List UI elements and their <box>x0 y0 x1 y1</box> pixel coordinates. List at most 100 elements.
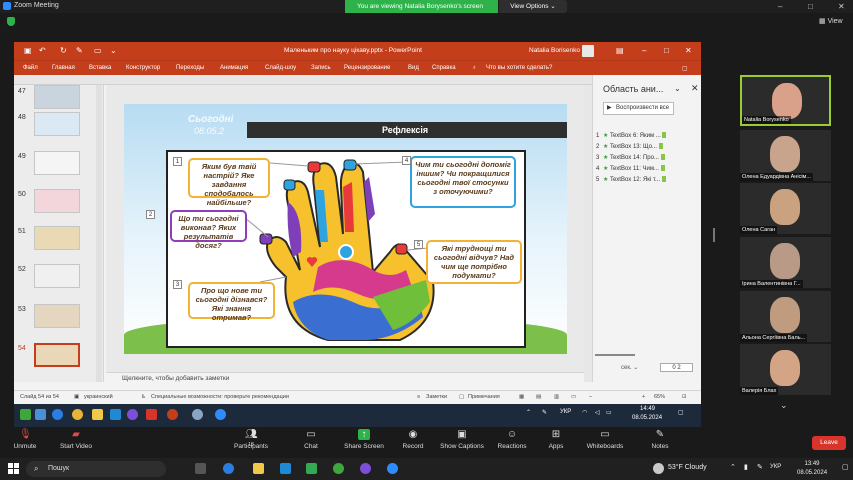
accessibility-status[interactable]: Специальные возможности: проверьте реком… <box>151 394 289 400</box>
chevron-up-icon[interactable]: ⌃ <box>526 409 531 416</box>
reflection-bubble-1[interactable]: Яким був твій настрій? Яке завдання спод… <box>188 158 270 207</box>
redo-icon[interactable]: ↻ <box>60 46 67 55</box>
share-screen-button[interactable]: ↑ Share Screen <box>342 429 386 450</box>
pen-icon[interactable] <box>20 409 31 420</box>
edge-icon[interactable] <box>52 409 63 420</box>
reflection-bubble-5[interactable]: Які труднощі ти сьогодні відчув? Над чим… <box>426 240 522 284</box>
volume-icon[interactable]: ◁ <box>595 409 600 416</box>
notes-icon[interactable]: ≡ <box>417 394 420 400</box>
zoom-in-icon[interactable]: + <box>642 394 645 400</box>
view-options-button[interactable]: View Options ⌄ <box>499 0 567 13</box>
spellcheck-icon[interactable]: ▣ <box>74 394 79 400</box>
slide-thumbnail-selected[interactable] <box>34 343 80 367</box>
participant-tile[interactable]: Олена Едуардівна Анісім... <box>740 130 831 181</box>
mail-icon[interactable] <box>280 463 291 474</box>
view-button[interactable]: ▦ View <box>819 17 843 25</box>
windows-start-icon[interactable] <box>8 463 19 474</box>
animation-item[interactable]: 4 ★ TextBox 11: Чим... <box>596 165 665 172</box>
tab-view[interactable]: Вид <box>408 65 419 71</box>
chevron-down-icon[interactable]: ⌄ <box>674 84 681 93</box>
record-button[interactable]: ◉ Record <box>399 429 427 450</box>
chevron-down-icon[interactable]: ⌄ <box>780 400 788 411</box>
drive-icon[interactable] <box>306 463 317 474</box>
participant-tile[interactable]: Natalia Borysenko <box>740 75 831 126</box>
undo-icon[interactable]: ↶ <box>39 46 46 55</box>
slide-thumbnail[interactable] <box>34 226 80 250</box>
task-view-icon[interactable] <box>195 463 206 474</box>
input-language[interactable]: УКР <box>770 464 781 470</box>
unmute-button[interactable]: 🎙︎ Unmute <box>8 429 42 450</box>
tab-slideshow[interactable]: Слайд-шоу <box>265 65 296 71</box>
maximize-icon[interactable]: □ <box>664 46 669 55</box>
zoom-out-icon[interactable]: – <box>589 394 592 400</box>
participants-button[interactable]: 👥︎18 Participants <box>229 429 273 450</box>
slide-thumbnail[interactable] <box>34 189 80 213</box>
close-icon[interactable]: ✕ <box>838 2 845 11</box>
comments-icon[interactable]: ▢ <box>459 394 464 400</box>
participant-tile[interactable]: Альона Сергіївна Баль... <box>740 291 831 342</box>
close-icon[interactable]: ✕ <box>685 46 692 55</box>
pen-icon[interactable]: ✎ <box>76 46 83 55</box>
viber-icon[interactable] <box>360 463 371 474</box>
edge-icon[interactable] <box>223 463 234 474</box>
calendar-icon[interactable] <box>110 409 121 420</box>
split-handle[interactable] <box>713 228 715 242</box>
input-language[interactable]: УКР <box>560 409 571 415</box>
clock[interactable]: 13:49 08.05.2024 <box>797 460 827 478</box>
reflection-bubble-3[interactable]: Про що нове ти сьогодні дізнався? Які зн… <box>188 282 275 322</box>
chrome-icon[interactable] <box>72 409 83 420</box>
participant-tile[interactable]: Ірина Валентинівна Г... <box>740 237 831 288</box>
animation-item[interactable]: 2 ★ TextBox 13: Що... <box>596 143 663 150</box>
zoom-slider[interactable] <box>595 354 635 356</box>
reflection-bubble-4[interactable]: Чим ти сьогодні допоміг іншим? Чи покращ… <box>410 156 516 208</box>
slideshow-view-icon[interactable]: ▭ <box>571 394 576 400</box>
sorter-view-icon[interactable]: ▤ <box>536 394 541 400</box>
slide-thumbnail[interactable] <box>34 304 80 328</box>
tab-insert[interactable]: Вставка <box>89 65 111 71</box>
close-icon[interactable]: ✕ <box>691 83 699 94</box>
apps-button[interactable]: ⊞ Apps <box>544 429 568 450</box>
present-icon[interactable]: ▭ <box>94 46 102 55</box>
reactions-button[interactable]: ☺ Reactions <box>495 429 529 450</box>
acrobat-icon[interactable] <box>146 409 157 420</box>
comments-toggle[interactable]: Примечания <box>468 394 500 400</box>
seconds-dropdown[interactable]: сек. ⌄ <box>621 364 638 371</box>
zoom-level[interactable]: 65% <box>654 394 665 400</box>
whatsapp-icon[interactable] <box>333 463 344 474</box>
tab-help[interactable]: Справка <box>432 65 456 71</box>
minimize-icon[interactable]: – <box>642 46 646 55</box>
slide-thumbnail[interactable] <box>34 112 80 136</box>
animation-item[interactable]: 1 ★ TextBox 6: Яким ... <box>596 132 667 139</box>
animation-item[interactable]: 5 ★ TextBox 12: Які т... <box>596 176 666 183</box>
save-icon[interactable]: ▣ <box>24 46 32 55</box>
tab-design[interactable]: Конструктор <box>126 65 160 71</box>
shield-icon[interactable] <box>7 17 15 26</box>
notification-icon[interactable]: ▢ <box>842 463 849 471</box>
tab-file[interactable]: Файл <box>23 65 38 71</box>
maximize-icon[interactable]: □ <box>808 2 813 11</box>
minimize-icon[interactable]: – <box>778 2 782 11</box>
battery-icon[interactable]: ▭ <box>606 409 612 416</box>
reflection-bubble-2[interactable]: Що ти сьогодні виконав? Яких результатів… <box>170 210 247 250</box>
notes-pane[interactable]: Щелкните, чтобы добавить заметки <box>106 372 584 383</box>
more-icon[interactable]: ⌄ <box>110 46 117 55</box>
notes-toggle[interactable]: Заметки <box>426 394 447 400</box>
thumbnails-scrollbar[interactable] <box>96 85 102 382</box>
participant-tile[interactable]: Олена Саган <box>740 183 831 234</box>
tab-review[interactable]: Рецензирование <box>344 65 390 71</box>
participant-tile[interactable]: Валерія Блах <box>740 344 831 395</box>
notification-icon[interactable]: ▢ <box>678 409 684 416</box>
slide-thumbnail[interactable] <box>34 264 80 288</box>
tab-animations[interactable]: Анимация <box>220 65 248 71</box>
file-explorer-icon[interactable] <box>253 463 264 474</box>
normal-view-icon[interactable]: ▦ <box>519 394 524 400</box>
inner-clock-date[interactable]: 08.05.2024 <box>632 415 662 421</box>
tab-transitions[interactable]: Переходы <box>176 65 204 71</box>
powerpoint-icon[interactable] <box>167 409 178 420</box>
inner-clock-time[interactable]: 14:49 <box>640 406 655 412</box>
avatar[interactable] <box>582 45 594 57</box>
slide-thumbnail[interactable] <box>34 85 80 109</box>
tab-record[interactable]: Запись <box>311 65 331 71</box>
folder-icon[interactable] <box>92 409 103 420</box>
pen-tray-icon[interactable]: ✎ <box>757 463 763 471</box>
